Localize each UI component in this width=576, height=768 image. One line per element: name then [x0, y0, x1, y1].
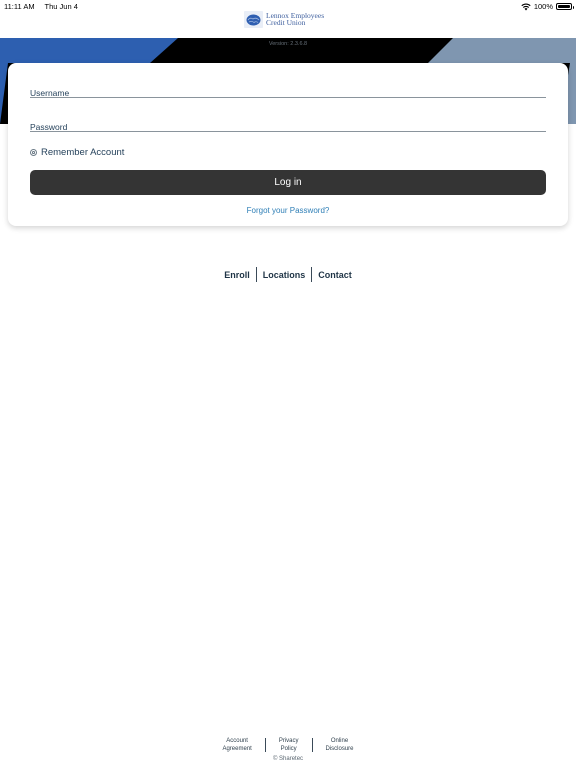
battery-icon [556, 3, 574, 10]
enroll-link[interactable]: Enroll [218, 270, 256, 280]
brain-logo-icon [244, 10, 263, 28]
remember-account-toggle[interactable]: Remember Account [30, 147, 124, 158]
username-field[interactable] [30, 83, 546, 98]
remember-account-label: Remember Account [41, 147, 125, 158]
footer-links: Account Agreement Privacy Policy Online … [0, 737, 576, 753]
locations-link[interactable]: Locations [257, 270, 312, 280]
wifi-icon [521, 3, 531, 10]
login-card: Remember Account Log in Forgot your Pass… [8, 63, 568, 226]
credit-union-logo: Lennox Employees Credit Union [244, 10, 324, 28]
status-date: Thu Jun 4 [44, 2, 78, 11]
radio-icon[interactable] [30, 149, 37, 156]
app-version: Version: 2.3.6.8 [268, 41, 308, 47]
password-field[interactable] [30, 117, 546, 132]
logo-line-2: Credit Union [266, 18, 306, 27]
username-input[interactable] [30, 88, 546, 98]
quick-links: Enroll Locations Contact [0, 267, 576, 282]
password-input[interactable] [30, 122, 546, 132]
login-button[interactable]: Log in [30, 170, 546, 195]
battery-percent: 100% [533, 2, 553, 11]
privacy-policy-link[interactable]: Privacy Policy [266, 737, 312, 753]
copyright-text: © Sharetec [272, 756, 304, 762]
account-agreement-link[interactable]: Account Agreement [209, 737, 264, 753]
status-time: 11:11 AM [4, 2, 35, 11]
forgot-password-link[interactable]: Forgot your Password? [8, 206, 568, 215]
contact-link[interactable]: Contact [312, 270, 358, 280]
online-disclosure-link[interactable]: Online Disclosure [313, 737, 367, 753]
